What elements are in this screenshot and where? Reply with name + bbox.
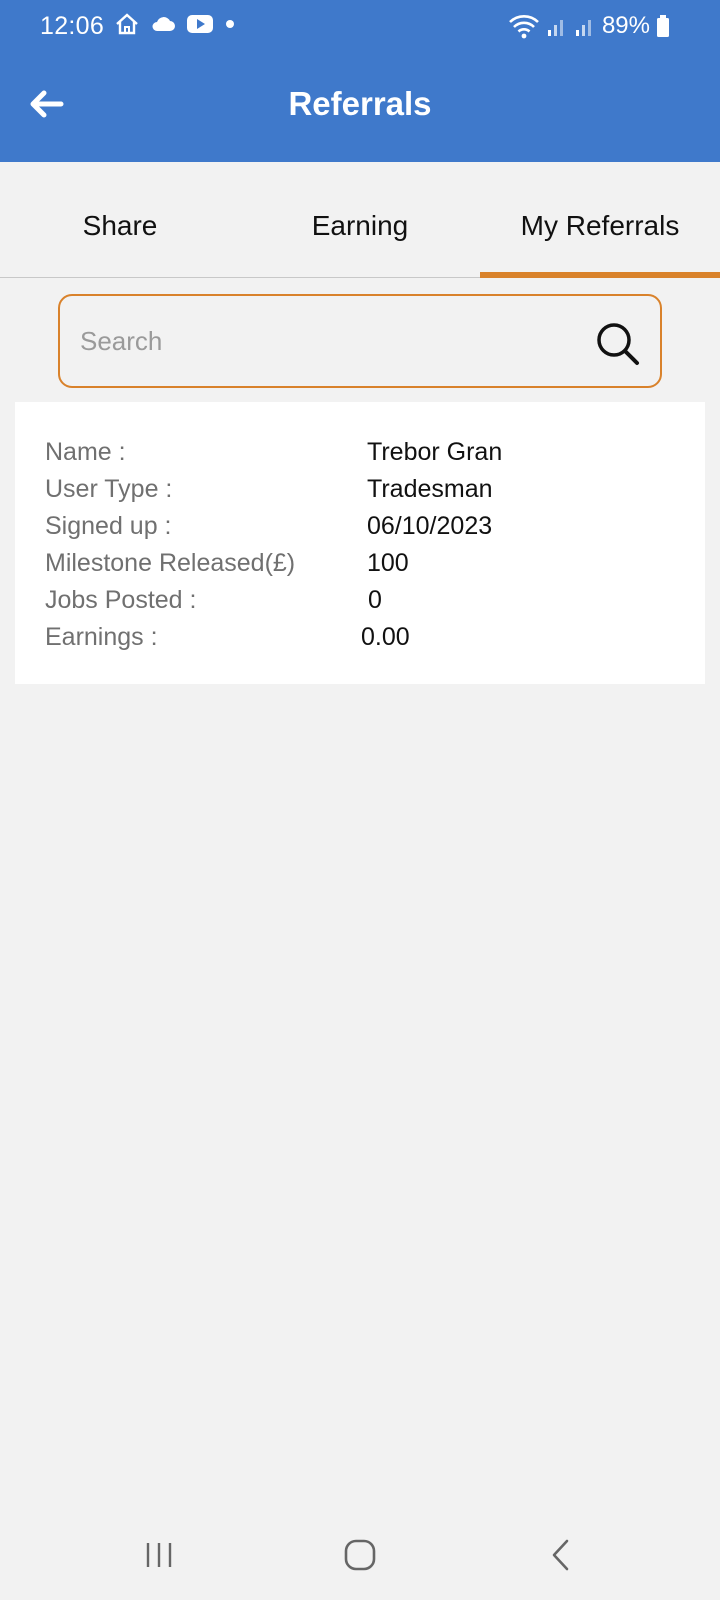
milestone-released-label: Milestone Released(£) bbox=[45, 549, 296, 577]
recents-button[interactable] bbox=[134, 1530, 184, 1580]
row-signed-up: Signed up : 06/10/2023 bbox=[15, 512, 705, 548]
tab-my-referrals[interactable]: My Referrals bbox=[480, 162, 720, 278]
status-time: 12:06 bbox=[40, 12, 105, 40]
row-name: Name : Trebor Gran bbox=[15, 438, 705, 474]
signed-up-label: Signed up : bbox=[45, 512, 172, 540]
back-nav-icon bbox=[552, 1539, 569, 1571]
user-type-label: User Type : bbox=[45, 475, 173, 503]
jobs-posted-value: 0 bbox=[368, 586, 382, 614]
home-icon bbox=[116, 13, 138, 35]
name-label: Name : bbox=[45, 438, 126, 466]
page-title: Referrals bbox=[288, 85, 432, 122]
home-nav-button[interactable] bbox=[335, 1530, 385, 1580]
system-nav-bar bbox=[0, 1508, 720, 1600]
tab-bar: Share Earning My Referrals bbox=[0, 162, 720, 278]
battery-percent: 89% bbox=[601, 12, 650, 39]
recents-icon bbox=[146, 1543, 172, 1567]
back-nav-button[interactable] bbox=[536, 1530, 586, 1580]
earnings-label: Earnings : bbox=[45, 623, 158, 651]
row-milestone-released: Milestone Released(£) 100 bbox=[15, 549, 705, 585]
referral-card[interactable]: Name : Trebor Gran User Type : Tradesman… bbox=[15, 402, 705, 684]
signal-icon bbox=[575, 20, 591, 36]
jobs-posted-label: Jobs Posted : bbox=[45, 586, 197, 614]
name-value: Trebor Gran bbox=[367, 438, 503, 466]
earnings-value: 0.00 bbox=[361, 623, 410, 651]
status-left-icons bbox=[114, 12, 236, 36]
cloud-icon bbox=[152, 17, 175, 31]
battery-icon bbox=[657, 15, 669, 37]
youtube-icon bbox=[187, 15, 213, 33]
status-bar: 12:06 89% bbox=[0, 0, 720, 52]
signal-icon bbox=[547, 20, 563, 36]
search-box bbox=[58, 294, 662, 388]
home-button-icon bbox=[344, 1539, 376, 1571]
row-earnings: Earnings : 0.00 bbox=[15, 623, 705, 659]
search-icon[interactable] bbox=[594, 320, 642, 368]
dot-icon bbox=[226, 20, 234, 28]
status-right: 89% bbox=[508, 12, 670, 40]
row-user-type: User Type : Tradesman bbox=[15, 475, 705, 511]
milestone-released-value: 100 bbox=[367, 549, 409, 577]
app-bar: Referrals bbox=[0, 52, 720, 162]
search-input[interactable] bbox=[80, 318, 560, 364]
wifi-icon bbox=[509, 15, 539, 39]
signed-up-value: 06/10/2023 bbox=[367, 512, 493, 540]
user-type-value: Tradesman bbox=[367, 475, 493, 503]
tab-earning[interactable]: Earning bbox=[240, 162, 480, 278]
row-jobs-posted: Jobs Posted : 0 bbox=[15, 586, 705, 622]
tab-share[interactable]: Share bbox=[0, 162, 240, 278]
